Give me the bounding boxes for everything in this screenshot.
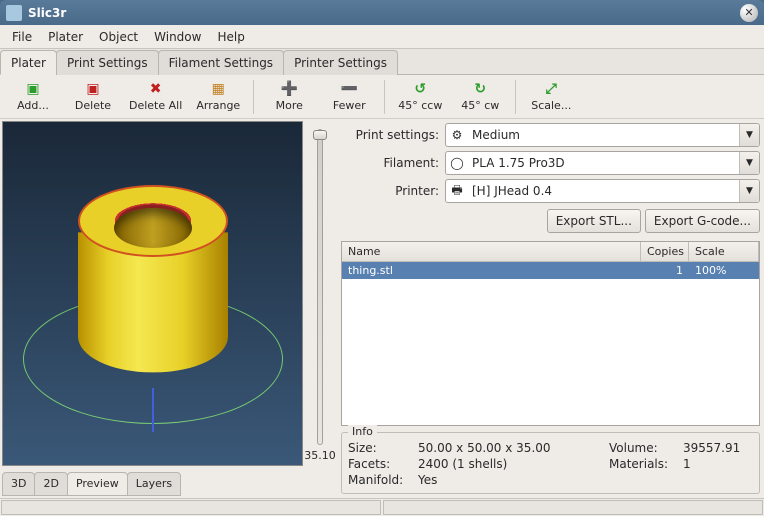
menu-plater[interactable]: Plater [40,27,91,47]
manifold-value: Yes [418,473,609,487]
cross-icon: ✖ [148,81,164,97]
col-scale[interactable]: Scale [689,242,759,261]
status-bar [0,498,764,516]
print-settings-combo[interactable]: ⚙ Medium ▼ [445,123,760,147]
plus-circle-icon: ➕ [281,81,297,97]
close-icon[interactable]: ✕ [740,4,758,22]
print-settings-label: Print settings: [341,128,439,142]
model-hole [114,208,192,248]
brick-add-icon: ▣ [25,81,41,97]
brick-delete-icon: ▣ [85,81,101,97]
expand-icon: ⤢ [543,81,559,97]
filament-combo[interactable]: ◯ PLA 1.75 Pro3D ▼ [445,151,760,175]
tab-plater[interactable]: Plater [0,50,57,75]
cell-scale: 100% [689,262,759,279]
delete-button[interactable]: ▣Delete [64,77,122,117]
menu-file[interactable]: File [4,27,40,47]
app-icon [6,5,22,21]
menu-window[interactable]: Window [146,27,209,47]
bricks-icon: ▦ [210,81,226,97]
delete-all-button[interactable]: ✖Delete All [124,77,187,117]
fewer-button[interactable]: ➖Fewer [320,77,378,117]
object-list[interactable]: Name Copies Scale thing.stl 1 100% [341,241,760,426]
arrange-button[interactable]: ▦Arrange [189,77,247,117]
materials-label: Materials: [609,457,683,471]
z-axis [152,388,154,432]
volume-value: 39557.91 [683,441,753,455]
window-title: Slic3r [28,6,740,20]
chevron-down-icon[interactable]: ▼ [739,180,759,202]
viewtab-preview[interactable]: Preview [67,472,128,496]
tab-filament-settings[interactable]: Filament Settings [158,50,284,75]
rotate-ccw-button[interactable]: ↺45° ccw [391,77,449,117]
slider-thumb[interactable] [313,130,327,140]
printer-icon: 🖶 [446,180,468,202]
view-tabs: 3D 2D Preview Layers [2,472,337,496]
printer-value: [H] JHead 0.4 [468,180,739,202]
facets-label: Facets: [348,457,418,471]
size-value: 50.00 x 50.00 x 35.00 [418,441,609,455]
info-legend: Info [348,425,377,438]
size-label: Size: [348,441,418,455]
export-gcode-button[interactable]: Export G-code... [645,209,760,233]
minus-circle-icon: ➖ [341,81,357,97]
tab-print-settings[interactable]: Print Settings [56,50,159,75]
more-button[interactable]: ➕More [260,77,318,117]
list-header: Name Copies Scale [342,242,759,262]
rotate-ccw-icon: ↺ [412,81,428,97]
menu-help[interactable]: Help [209,27,252,47]
viewtab-layers[interactable]: Layers [127,472,181,496]
main-tabs: Plater Print Settings Filament Settings … [0,49,764,75]
viewtab-2d[interactable]: 2D [34,472,67,496]
rotate-cw-button[interactable]: ↻45° cw [451,77,509,117]
col-copies[interactable]: Copies [641,242,689,261]
filament-label: Filament: [341,156,439,170]
slider-value: 35.10 [304,449,336,462]
toolbar: ▣Add... ▣Delete ✖Delete All ▦Arrange ➕Mo… [0,75,764,119]
cell-copies: 1 [641,262,689,279]
menu-object[interactable]: Object [91,27,146,47]
facets-value: 2400 (1 shells) [418,457,609,471]
separator [515,80,516,114]
chevron-down-icon[interactable]: ▼ [739,124,759,146]
chevron-down-icon[interactable]: ▼ [739,152,759,174]
spool-icon: ◯ [446,152,468,174]
filament-value: PLA 1.75 Pro3D [468,152,739,174]
volume-label: Volume: [609,441,683,455]
export-stl-button[interactable]: Export STL... [547,209,641,233]
add-button[interactable]: ▣Add... [4,77,62,117]
col-name[interactable]: Name [342,242,641,261]
manifold-label: Manifold: [348,473,418,487]
slider-track[interactable] [317,129,323,445]
tab-printer-settings[interactable]: Printer Settings [283,50,398,75]
layer-slider[interactable]: 35.10 [303,121,337,466]
gear-icon: ⚙ [446,124,468,146]
separator [253,80,254,114]
status-cell [1,500,381,515]
list-row[interactable]: thing.stl 1 100% [342,262,759,279]
menubar: File Plater Object Window Help [0,25,764,49]
printer-label: Printer: [341,184,439,198]
materials-value: 1 [683,457,753,471]
titlebar: Slic3r ✕ [0,0,764,25]
info-panel: Info Size: 50.00 x 50.00 x 35.00 Volume:… [341,432,760,494]
printer-combo[interactable]: 🖶 [H] JHead 0.4 ▼ [445,179,760,203]
scale-button[interactable]: ⤢Scale... [522,77,580,117]
print-settings-value: Medium [468,124,739,146]
viewtab-3d[interactable]: 3D [2,472,35,496]
status-cell [383,500,763,515]
preview-viewport[interactable] [2,121,303,466]
separator [384,80,385,114]
rotate-cw-icon: ↻ [472,81,488,97]
cell-name: thing.stl [342,262,641,279]
